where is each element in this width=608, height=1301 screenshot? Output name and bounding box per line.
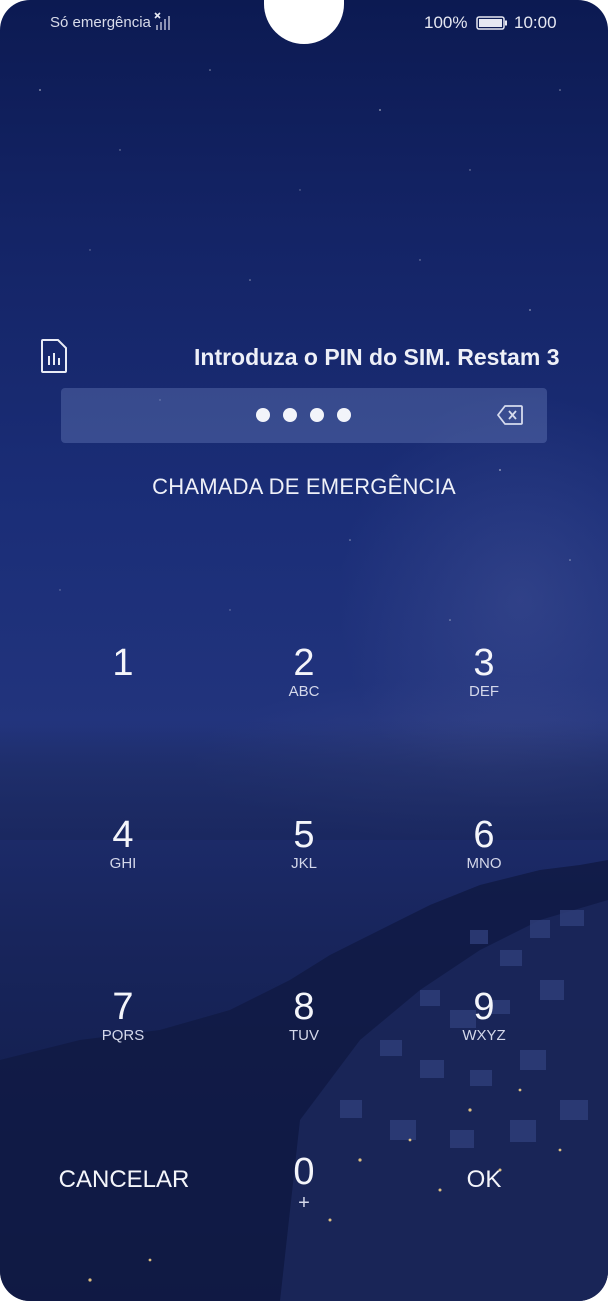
- key-1[interactable]: 1: [53, 643, 193, 753]
- key-digit: 1: [112, 642, 134, 684]
- key-3[interactable]: 3 DEF: [414, 643, 554, 753]
- key-letters: TUV: [289, 1027, 319, 1044]
- key-5[interactable]: 5 JKL: [234, 815, 374, 925]
- key-digit: 0: [293, 1151, 315, 1193]
- lock-screen: Só emergência 100% 10:00 Introduza o PIN…: [0, 0, 608, 1301]
- key-letters: ABC: [288, 683, 320, 700]
- key-digit: 7: [112, 986, 134, 1028]
- key-letters: MNO: [466, 855, 502, 872]
- no-signal-icon: [154, 12, 170, 30]
- pin-dot: [337, 408, 351, 422]
- pin-dot: [283, 408, 297, 422]
- cancel-button[interactable]: CANCELAR: [44, 1150, 204, 1210]
- key-digit: 8: [293, 986, 315, 1028]
- key-letters: PQRS: [101, 1027, 145, 1044]
- key-4[interactable]: 4 GHI: [53, 815, 193, 925]
- key-letters: +: [298, 1192, 310, 1214]
- clock: 10:00: [514, 13, 557, 32]
- key-letters: DEF: [469, 683, 499, 700]
- key-letters: GHI: [109, 855, 137, 872]
- sim-pin-prompt: Introduza o PIN do SIM. Restam 3: [194, 340, 574, 374]
- key-letters: WXYZ: [462, 1027, 506, 1044]
- key-digit: 3: [473, 642, 495, 684]
- key-6[interactable]: 6 MNO: [414, 815, 554, 925]
- pin-dot: [256, 408, 270, 422]
- pin-input-field[interactable]: [61, 388, 547, 443]
- backspace-icon[interactable]: [496, 404, 524, 426]
- key-7[interactable]: 7 PQRS: [53, 987, 193, 1097]
- battery-icon: [476, 16, 507, 30]
- key-0[interactable]: 0 +: [234, 1152, 374, 1262]
- battery-percentage: 100%: [424, 13, 468, 32]
- sim-card-icon: [41, 339, 67, 373]
- pin-dot: [310, 408, 324, 422]
- key-digit: 5: [293, 814, 315, 856]
- status-bar: Só emergência 100% 10:00: [0, 0, 608, 46]
- key-2[interactable]: 2 ABC: [234, 643, 374, 753]
- key-digit: 4: [112, 814, 134, 856]
- key-digit: 9: [473, 986, 495, 1028]
- key-8[interactable]: 8 TUV: [234, 987, 374, 1097]
- pin-dots: [256, 408, 351, 422]
- key-letters: JKL: [291, 855, 317, 872]
- carrier-label: Só emergência: [50, 14, 151, 31]
- key-digit: 6: [473, 814, 495, 856]
- key-9[interactable]: 9 WXYZ: [414, 987, 554, 1097]
- key-digit: 2: [293, 642, 315, 684]
- ok-button[interactable]: OK: [404, 1150, 564, 1210]
- sim-pin-prompt-text: Introduza o PIN do SIM. Restam 3: [194, 344, 560, 370]
- emergency-call-button[interactable]: CHAMADA DE EMERGÊNCIA: [0, 474, 608, 500]
